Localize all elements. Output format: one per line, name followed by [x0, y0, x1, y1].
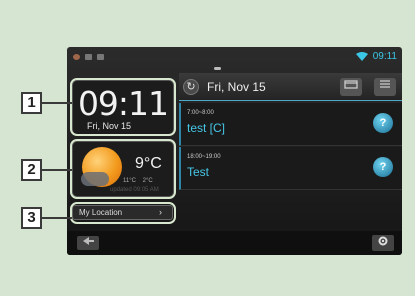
callout-3: 3: [21, 207, 42, 229]
highlight-frame-2: [70, 139, 176, 199]
gear-icon: [378, 236, 388, 246]
callout-line: [42, 102, 72, 104]
highlight-frame-3: [70, 202, 176, 224]
back-button[interactable]: [77, 236, 99, 250]
help-icon[interactable]: ?: [373, 113, 393, 133]
calendar-header: ↻ Fri, Nov 15: [179, 73, 402, 101]
calendar-view-button[interactable]: [340, 78, 362, 96]
notification-icons: [73, 54, 104, 60]
calendar-date: Fri, Nov 15: [207, 80, 266, 94]
event-time: 7:00~8:00: [187, 110, 214, 116]
notification-icon: [73, 54, 80, 60]
notification-icon: [85, 54, 92, 60]
callout-line: [42, 217, 72, 219]
refresh-button[interactable]: ↻: [183, 79, 199, 95]
settings-button[interactable]: [372, 235, 394, 251]
bottom-bar: [67, 231, 402, 255]
list-icon: [380, 80, 390, 88]
status-right: 09:11: [355, 51, 397, 62]
calendar-event[interactable]: 7:00~8:00 test [C] ?: [179, 103, 402, 146]
calendar-event[interactable]: 18:00~19:00 Test ?: [179, 147, 402, 190]
status-time: 09:11: [372, 51, 397, 62]
calendar-icon: [344, 80, 358, 89]
callout-1: 1: [21, 92, 42, 114]
callout-line: [42, 169, 72, 171]
wifi-icon: [355, 52, 368, 61]
drag-handle[interactable]: [214, 67, 221, 70]
notification-icon: [97, 54, 104, 60]
highlight-frame-1: [70, 78, 176, 136]
event-title: Test: [187, 165, 210, 179]
callout-2: 2: [21, 159, 42, 181]
status-bar: 09:11: [67, 47, 402, 69]
event-time: 18:00~19:00: [187, 154, 221, 160]
help-icon[interactable]: ?: [373, 157, 393, 177]
list-view-button[interactable]: [374, 78, 396, 96]
event-title: test [C]: [187, 121, 226, 135]
back-icon: [83, 237, 94, 245]
